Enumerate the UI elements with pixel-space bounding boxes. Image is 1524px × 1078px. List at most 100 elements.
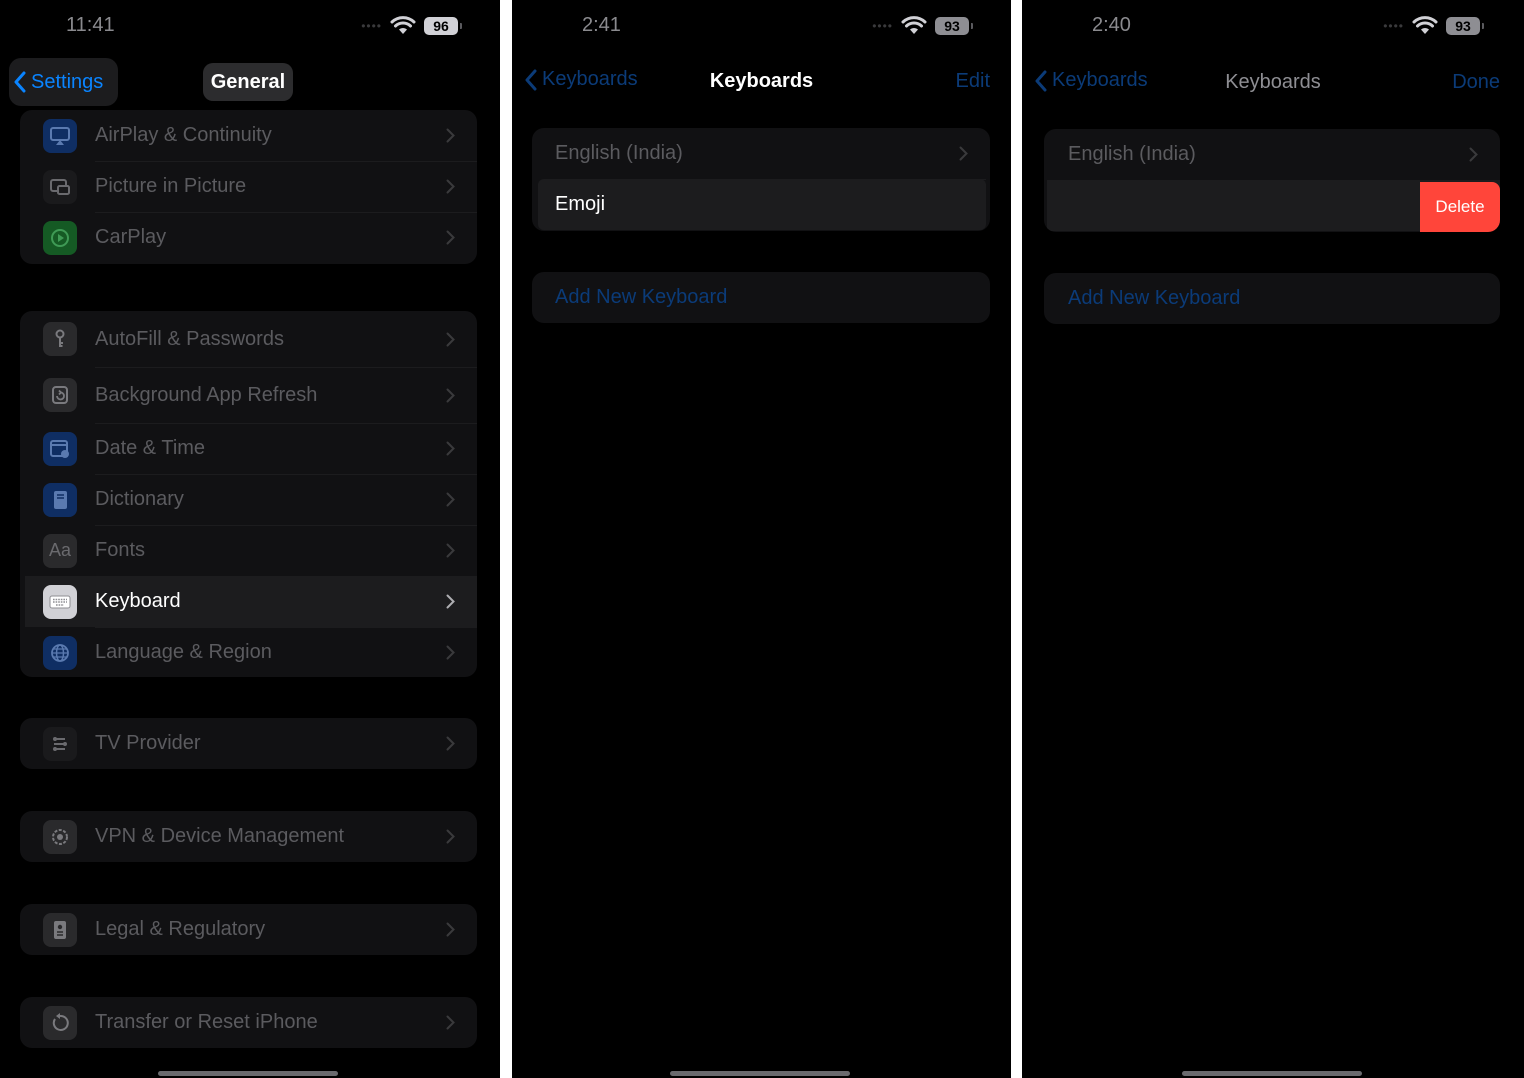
settings-group-legal: Legal & Regulatory <box>20 904 477 955</box>
globe-icon <box>43 635 77 670</box>
home-indicator[interactable] <box>158 1071 338 1076</box>
row-label: Legal & Regulatory <box>95 918 266 940</box>
status-time: 2:40 <box>1092 14 1131 36</box>
chevron-right-icon <box>446 128 455 143</box>
chevron-right-icon <box>959 146 968 161</box>
row-label: AirPlay & Continuity <box>95 124 272 146</box>
row-label: AutoFill & Passwords <box>95 327 284 350</box>
battery-indicator: 93 <box>1446 17 1484 35</box>
book-icon <box>43 482 77 517</box>
row-label: TV Provider <box>95 732 201 754</box>
fonts-icon: Aa <box>43 533 77 568</box>
keyboard-label: Emoji <box>555 193 606 215</box>
row-label: Dictionary <box>95 488 184 510</box>
home-indicator[interactable] <box>670 1071 850 1076</box>
settings-group-tv: TV Provider <box>20 718 477 769</box>
add-new-keyboard-button[interactable]: Add New Keyboard <box>1044 273 1500 324</box>
chevron-right-icon <box>446 441 455 456</box>
nav-bar: Keyboards Keyboards Done <box>1022 58 1524 108</box>
wifi-icon <box>1412 16 1438 34</box>
chevron-right-icon <box>446 179 455 194</box>
status-time: 11:41 <box>66 14 115 36</box>
settings-group-connectivity: AirPlay & Continuity Picture in Picture … <box>20 110 477 264</box>
add-keyboard-label: Add New Keyboard <box>1068 287 1241 309</box>
row-picture-in-picture[interactable]: Picture in Picture <box>20 161 477 212</box>
signal-icon: •••• <box>1383 19 1404 33</box>
keyboard-icon <box>43 584 77 619</box>
chevron-right-icon <box>446 543 455 558</box>
row-carplay[interactable]: CarPlay <box>20 212 477 263</box>
refresh-icon <box>43 378 77 412</box>
row-label: Picture in Picture <box>95 175 247 197</box>
row-language-region[interactable]: Language & Region <box>20 627 477 677</box>
keyboard-row-english-india[interactable]: English (India) <box>532 128 990 179</box>
row-vpn-device-management[interactable]: VPN & Device Management <box>20 811 477 862</box>
row-label: VPN & Device Management <box>95 825 345 847</box>
row-transfer-reset-iphone[interactable]: Transfer or Reset iPhone <box>20 997 477 1048</box>
row-tv-provider[interactable]: TV Provider <box>20 718 477 769</box>
page-title: General <box>203 63 293 101</box>
keyboard-label: English (India) <box>555 142 683 164</box>
chevron-right-icon <box>1469 147 1478 162</box>
settings-group-reset: Transfer or Reset iPhone <box>20 997 477 1048</box>
settings-group-vpn: VPN & Device Management <box>20 811 477 862</box>
page-title: Keyboards <box>709 70 814 92</box>
chevron-right-icon <box>446 645 455 660</box>
carplay-icon <box>43 220 77 255</box>
page-title: Keyboards <box>1225 71 1321 93</box>
chevron-right-icon <box>446 922 455 937</box>
chevron-right-icon <box>446 492 455 507</box>
row-keyboard[interactable]: Keyboard <box>25 576 477 627</box>
tv-provider-icon <box>43 726 77 761</box>
row-dictionary[interactable]: Dictionary <box>20 474 477 525</box>
signal-icon: •••• <box>872 19 893 33</box>
row-label: Keyboard <box>95 590 181 612</box>
keyboard-row-english-india[interactable]: English (India) <box>1044 129 1500 180</box>
home-indicator[interactable] <box>1182 1071 1362 1076</box>
document-icon <box>43 912 77 947</box>
row-legal-regulatory[interactable]: Legal & Regulatory <box>20 904 477 955</box>
row-airplay-continuity[interactable]: AirPlay & Continuity <box>20 110 477 161</box>
chevron-right-icon <box>446 388 455 402</box>
wifi-icon <box>390 16 416 34</box>
battery-indicator: 93 <box>935 17 973 35</box>
battery-indicator: 96 <box>424 17 462 35</box>
screen-keyboards: 2:41 •••• 93 Keyboards Keyboards Edit En… <box>512 0 1011 1078</box>
airplay-icon <box>43 118 77 153</box>
row-label: Date & Time <box>95 437 206 459</box>
row-label: Language & Region <box>95 641 272 663</box>
row-label: CarPlay <box>95 226 167 248</box>
row-date-time[interactable]: Date & Time <box>20 423 477 474</box>
nav-bar: Settings General <box>0 58 500 108</box>
chevron-right-icon <box>446 332 455 346</box>
row-label: Fonts <box>95 539 146 561</box>
keyboard-row-emoji[interactable]: Emoji <box>538 179 986 230</box>
row-label: Transfer or Reset iPhone <box>95 1011 318 1033</box>
row-label: Background App Refresh <box>95 383 318 406</box>
add-new-keyboard-button[interactable]: Add New Keyboard <box>532 272 990 323</box>
reset-icon <box>43 1005 77 1040</box>
add-keyboard-group: Add New Keyboard <box>1044 273 1500 324</box>
row-background-app-refresh[interactable]: Background App Refresh <box>20 367 477 423</box>
back-button-settings[interactable]: Settings <box>9 58 118 106</box>
signal-icon: •••• <box>361 19 382 33</box>
chevron-right-icon <box>446 1015 455 1030</box>
add-keyboard-group: Add New Keyboard <box>532 272 990 323</box>
screen-keyboards-delete: 2:40 •••• 93 Keyboards Keyboards Done En… <box>1022 0 1524 1078</box>
screen-general: 11:41 •••• 96 Settings General AirPlay &… <box>0 0 500 1078</box>
row-autofill-passwords[interactable]: AutoFill & Passwords <box>20 311 477 367</box>
chevron-right-icon <box>446 594 455 609</box>
status-bar-right: •••• 93 <box>1383 16 1484 36</box>
status-bar-right: •••• 96 <box>361 16 462 36</box>
chevron-left-icon <box>14 71 26 93</box>
calendar-clock-icon <box>43 431 77 466</box>
gear-icon <box>43 819 77 854</box>
keyboard-row-swiped[interactable]: Delete <box>1047 180 1500 232</box>
keyboard-label: English (India) <box>1068 143 1196 165</box>
row-fonts[interactable]: Aa Fonts <box>20 525 477 576</box>
chevron-right-icon <box>446 230 455 245</box>
edit-button[interactable]: Edit <box>956 70 990 93</box>
done-button[interactable]: Done <box>1452 71 1500 94</box>
keyboards-list: English (India) Emoji <box>532 128 990 231</box>
delete-button[interactable]: Delete <box>1420 182 1500 232</box>
